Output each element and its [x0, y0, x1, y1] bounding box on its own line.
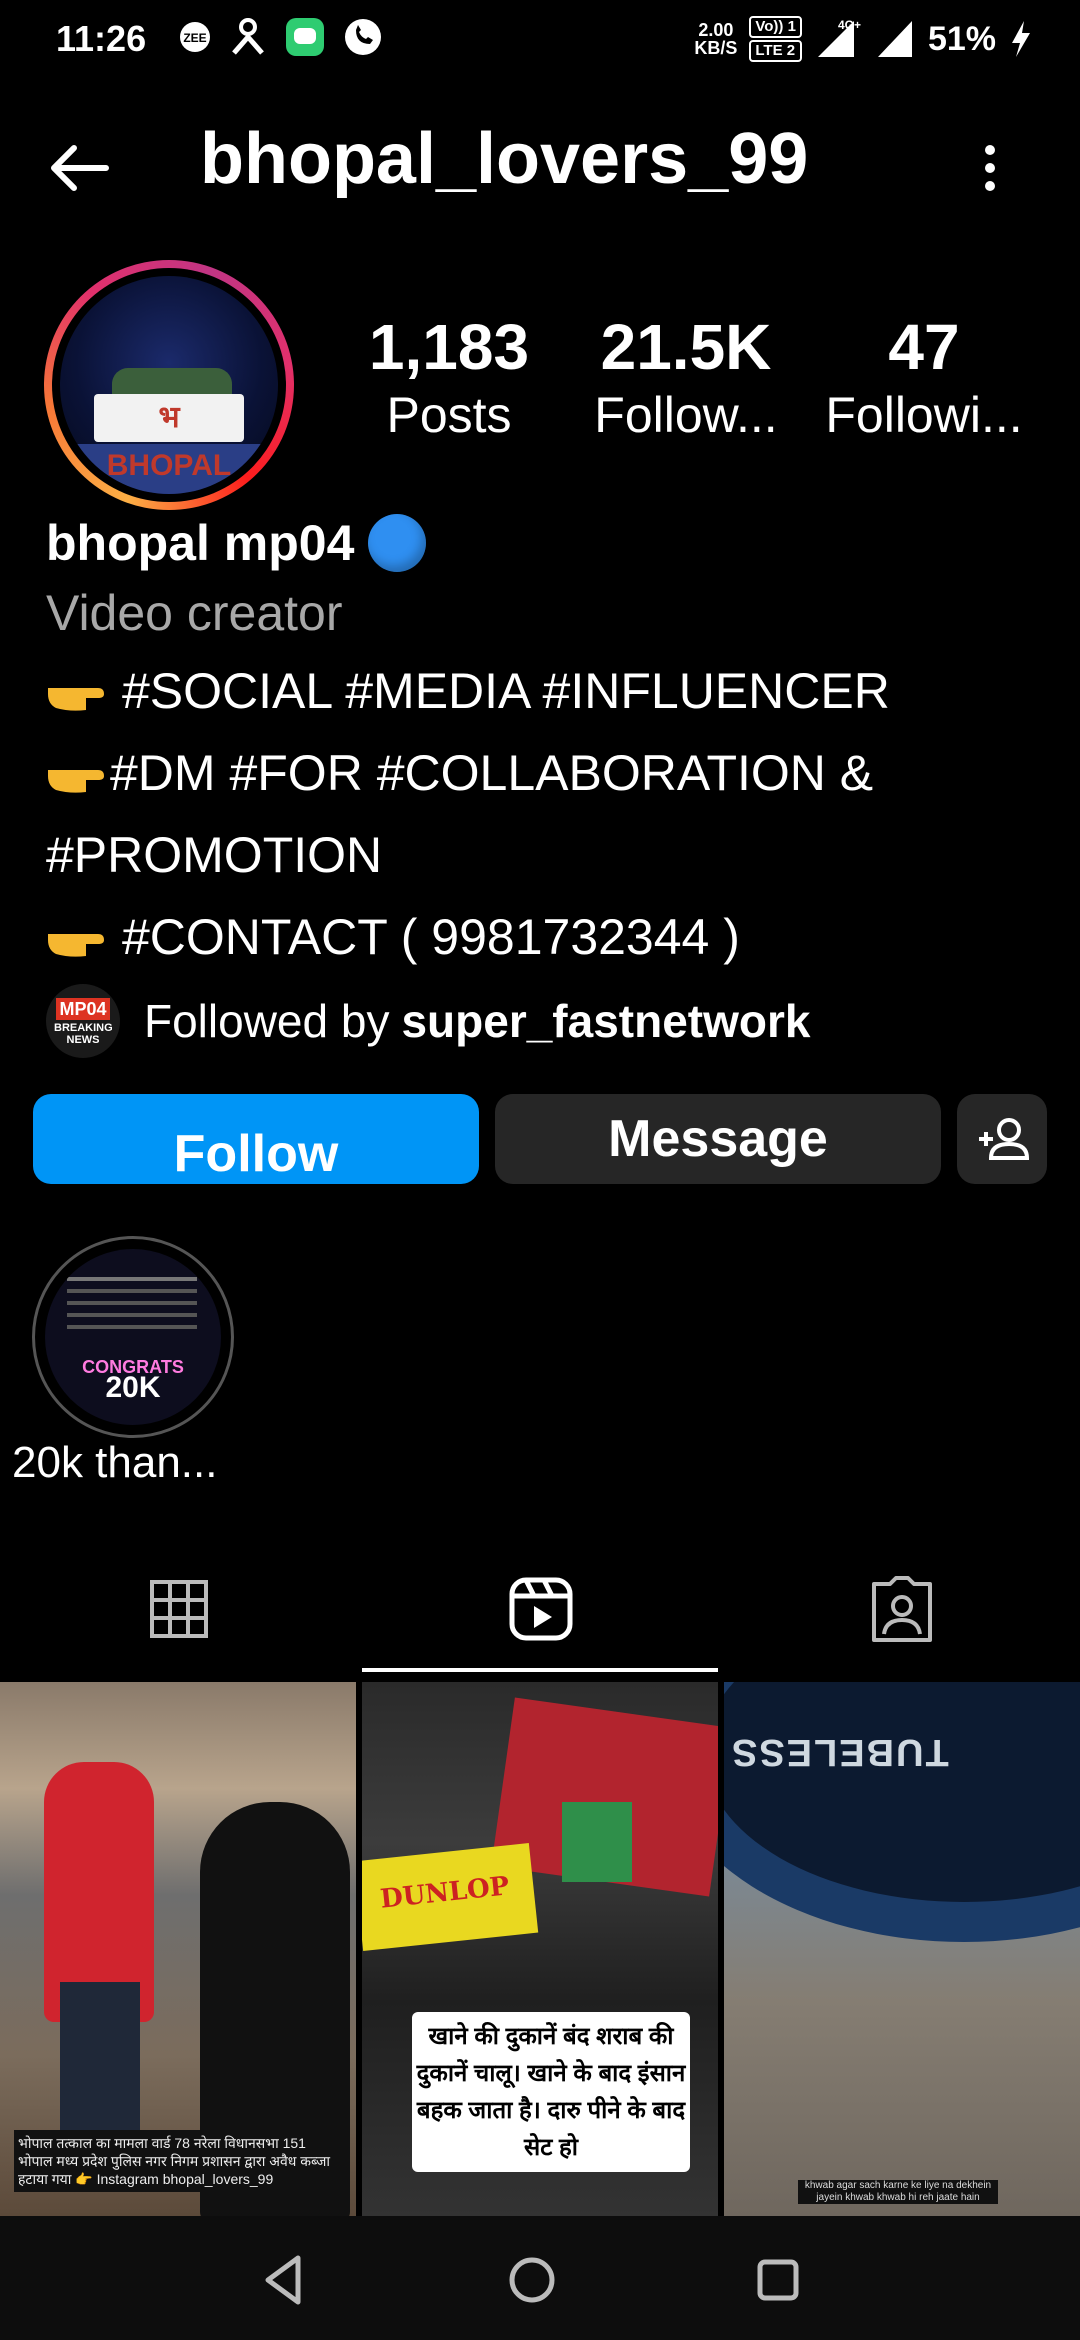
grid-item-caption: khwab agar sach karne ke liye na dekhein…: [798, 2180, 998, 2204]
add-person-icon: [979, 1118, 1030, 1160]
tagged-icon: [872, 1576, 932, 1642]
grid-icon: [150, 1580, 208, 1638]
signal-4g-icon: 4G+: [817, 18, 861, 57]
tab-reels[interactable]: [480, 1570, 600, 1650]
nav-home-button[interactable]: [502, 2250, 562, 2310]
pointing-hand-icon: [48, 770, 104, 793]
notification-icons: ZEE: [178, 16, 384, 58]
follow-button[interactable]: Follow: [33, 1094, 479, 1184]
profile-bio: #SOCIAL #MEDIA #INFLUENCER #DM #FOR #COL…: [46, 650, 1046, 978]
signal-icon: [877, 21, 912, 57]
square-recents-icon: [757, 2259, 799, 2301]
system-nav-bar: [0, 2216, 1080, 2340]
avatar-image: भ BHOPAL: [60, 276, 278, 494]
grid-item-caption: खाने की दुकानें बंद शराब की दुकानें चालू…: [412, 2012, 690, 2172]
followed-by-user[interactable]: super_fastnetwork: [401, 994, 810, 1048]
volte-badge: Vo)) 1 LTE 2: [749, 16, 802, 62]
circle-home-icon: [509, 2257, 555, 2303]
svg-text:ZEE: ZEE: [183, 31, 206, 45]
status-right: 2.00 KB/S Vo)) 1 LTE 2 4G+ 51%: [694, 16, 1034, 62]
more-vertical-icon: [985, 145, 995, 191]
stat-followers[interactable]: 21.5K Follow...: [571, 310, 801, 446]
reels-icon: [509, 1577, 573, 1641]
bio-line-3: #PROMOTION: [46, 827, 383, 883]
more-options-button[interactable]: [960, 128, 1020, 208]
bio-line-1: #SOCIAL #MEDIA #INFLUENCER: [122, 663, 890, 719]
pointing-hand-icon: [48, 688, 104, 711]
bio-line-2: #DM #FOR #COLLABORATION &: [110, 745, 874, 801]
followed-by-prefix: Followed by: [144, 995, 390, 1047]
profile-avatar[interactable]: भ BHOPAL: [44, 260, 294, 510]
highlight-label: 20k than...: [12, 1438, 218, 1487]
grid-item[interactable]: TUBELESS khwab agar sach karne ke liye n…: [724, 1682, 1080, 2216]
battery-percent: 51%: [927, 19, 996, 58]
message-button[interactable]: Message: [495, 1094, 941, 1184]
grid-item[interactable]: DUNLOP खाने की दुकानें बंद शराब की दुकान…: [362, 1682, 718, 2216]
profile-username-title: bhopal_lovers_99: [200, 119, 809, 199]
tab-tagged[interactable]: [842, 1570, 962, 1650]
stat-following[interactable]: 47 Followi...: [809, 310, 1039, 446]
profile-category: Video creator: [46, 585, 343, 641]
grid-item[interactable]: भोपाल तत्काल का मामला वार्ड 78 नरेला विध…: [0, 1682, 356, 2216]
grid-item-caption: भोपाल तत्काल का मामला वार्ड 78 नरेला विध…: [14, 2130, 342, 2192]
follower-avatar: MP04 BREAKING NEWS: [46, 984, 120, 1058]
zee-icon: ZEE: [180, 22, 210, 52]
grid-item-sign: TUBELESS: [730, 1731, 949, 1773]
suggested-accounts-button[interactable]: [957, 1094, 1047, 1184]
tab-posts-grid[interactable]: [118, 1570, 238, 1650]
blue-circle-icon: [368, 514, 427, 572]
nav-recents-button[interactable]: [748, 2250, 808, 2310]
profile-name: bhopal mp04: [46, 514, 427, 572]
status-bar: 11:26 ZEE 2.00 KB/S Vo)) 1 LTE 2 4G+ 51%: [0, 0, 1080, 84]
svg-text:4G+: 4G+: [838, 18, 861, 32]
highlight-cover: CONGRATS 20K: [45, 1249, 221, 1425]
whatsapp-icon: [345, 19, 381, 55]
triangle-back-icon: [265, 2255, 301, 2305]
arrow-left-icon: [51, 145, 109, 191]
person-alert-icon: [232, 18, 264, 55]
avatar-sign-text: भ BHOPAL: [94, 394, 244, 482]
chat-app-icon: [286, 18, 324, 56]
back-button[interactable]: [40, 128, 120, 208]
status-time: 11:26: [56, 18, 147, 59]
stat-posts[interactable]: 1,183 Posts: [334, 310, 564, 446]
nav-back-button[interactable]: [254, 2250, 314, 2310]
story-highlight[interactable]: CONGRATS 20K: [32, 1236, 234, 1438]
charging-icon: [1012, 21, 1030, 57]
network-speed: 2.00 KB/S: [694, 20, 738, 58]
pointing-hand-icon: [48, 934, 104, 957]
bio-line-4[interactable]: #CONTACT ( 9981732344 ): [122, 909, 740, 965]
active-tab-indicator: [362, 1668, 718, 1672]
followed-by-row[interactable]: MP04 BREAKING NEWS Followed by super_fas…: [46, 984, 810, 1058]
